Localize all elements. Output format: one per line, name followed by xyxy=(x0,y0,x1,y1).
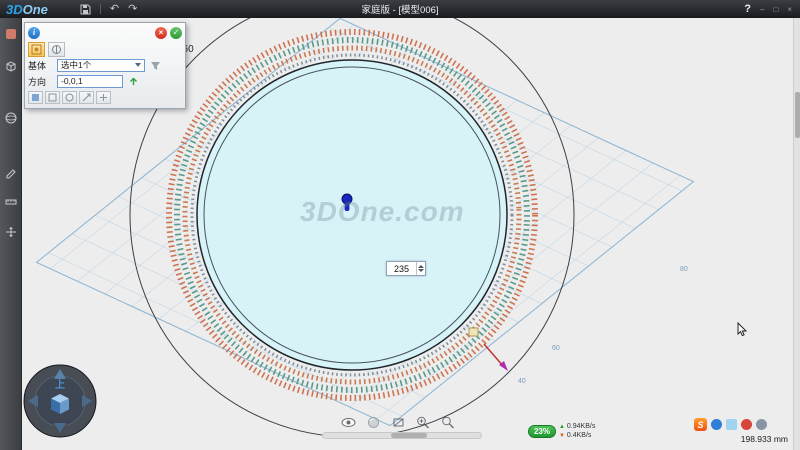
maximize-button[interactable]: □ xyxy=(773,5,778,14)
network-monitor[interactable]: 23% ▲ 0.94KB/s ▼ 0.4KB/s xyxy=(528,423,595,440)
direction-row: 方向 -0,0,1 xyxy=(28,73,182,89)
viewport[interactable]: 360 3DOne.com 60 40 80 235 i × ✓ xyxy=(22,18,800,450)
grid-axis-label: 80 xyxy=(680,266,688,273)
vscroll-thumb[interactable] xyxy=(795,92,800,138)
zoom-fit-icon[interactable] xyxy=(440,416,456,429)
dialog-header: i × ✓ xyxy=(28,25,182,41)
disc-face[interactable] xyxy=(197,60,507,370)
network-percent-badge[interactable]: 23% xyxy=(528,425,556,438)
save-icon[interactable] xyxy=(80,4,91,15)
base-value: 选中1个 xyxy=(61,59,91,71)
sidebar-move-icon[interactable] xyxy=(3,224,19,240)
vertical-scrollbar[interactable] xyxy=(793,18,800,450)
pick-direction-icon[interactable] xyxy=(126,75,140,88)
mode-button[interactable] xyxy=(48,42,65,57)
filter-icon[interactable] xyxy=(148,59,162,72)
mouse-cursor xyxy=(737,322,748,342)
dimension-input[interactable]: 235 xyxy=(386,261,426,276)
network-speeds: ▲ 0.94KB/s ▼ 0.4KB/s xyxy=(559,423,595,440)
app-window: 3DOne ↶ ↷ 家庭版 - [模型006] ? – □ × xyxy=(0,0,800,450)
visibility-eye-icon[interactable] xyxy=(340,416,356,429)
dialog-option-icon[interactable] xyxy=(62,91,77,104)
shade-mode-icon[interactable] xyxy=(365,416,381,429)
sidebar-measure-icon[interactable] xyxy=(3,194,19,210)
close-button[interactable]: × xyxy=(787,5,792,14)
cancel-button[interactable]: × xyxy=(155,27,167,39)
dialog-option-icon[interactable] xyxy=(45,91,60,104)
sidebar-tool-icon[interactable] xyxy=(3,26,19,42)
titlebar: 3DOne ↶ ↷ 家庭版 - [模型006] ? – □ × xyxy=(0,0,800,18)
hscroll-thumb[interactable] xyxy=(391,433,427,438)
system-tray: S xyxy=(694,418,767,431)
dimension-value[interactable]: 235 xyxy=(387,262,416,275)
sidebar-sketch-icon[interactable] xyxy=(3,164,19,180)
dimension-spinner[interactable] xyxy=(416,262,425,275)
tray-icon[interactable] xyxy=(756,419,767,430)
scale-readout: 198.933 mm xyxy=(741,434,788,444)
grid-axis-label: 60 xyxy=(552,345,560,352)
command-dialog: i × ✓ 基体 选中1个 xyxy=(24,22,186,109)
tray-icon[interactable] xyxy=(711,419,722,430)
info-icon: i xyxy=(28,27,40,39)
minimize-button[interactable]: – xyxy=(760,5,764,14)
dialog-options-row xyxy=(28,90,182,105)
toolbar-divider xyxy=(100,4,101,14)
dialog-option-icon[interactable] xyxy=(79,91,94,104)
undo-icon[interactable]: ↶ xyxy=(110,4,119,15)
caret-down-icon xyxy=(135,63,141,67)
download-speed: 0.4KB/s xyxy=(567,432,592,439)
zoom-window-icon[interactable] xyxy=(390,416,406,429)
upload-speed: 0.94KB/s xyxy=(567,423,595,430)
direction-label: 方向 xyxy=(28,75,54,88)
window-controls: ? – □ × xyxy=(744,3,792,15)
upload-arrow-icon: ▲ xyxy=(559,424,565,430)
horizontal-scrollbar[interactable] xyxy=(322,432,482,439)
ok-button[interactable]: ✓ xyxy=(170,27,182,39)
view-navigation-wheel[interactable]: 上 xyxy=(23,364,97,438)
direction-input[interactable]: -0,0,1 xyxy=(57,75,123,88)
logo-3d: 3D xyxy=(6,2,23,17)
spinner-up-icon[interactable] xyxy=(418,265,424,268)
drag-handle[interactable] xyxy=(469,328,478,336)
sogou-input-icon[interactable]: S xyxy=(694,418,707,431)
base-select[interactable]: 选中1个 xyxy=(57,59,145,72)
base-row: 基体 选中1个 xyxy=(28,57,182,73)
dialog-option-icon[interactable] xyxy=(96,91,111,104)
grid-axis-label: 40 xyxy=(518,378,526,385)
left-toolbar xyxy=(0,18,22,450)
view-toolbar xyxy=(340,416,456,429)
download-arrow-icon: ▼ xyxy=(559,433,565,439)
base-label: 基体 xyxy=(28,59,54,72)
spinner-down-icon[interactable] xyxy=(418,269,424,272)
zoom-in-icon[interactable] xyxy=(415,416,431,429)
redo-icon[interactable]: ↷ xyxy=(128,4,137,15)
tray-icon[interactable] xyxy=(726,419,737,430)
sidebar-sphere-icon[interactable] xyxy=(3,110,19,126)
help-button[interactable]: ? xyxy=(744,3,751,15)
sidebar-cube-icon[interactable] xyxy=(3,58,19,74)
tray-icon[interactable] xyxy=(741,419,752,430)
direction-value: -0,0,1 xyxy=(61,76,83,86)
quick-access-toolbar: ↶ ↷ xyxy=(80,4,137,15)
app-logo: 3DOne xyxy=(6,3,48,16)
dialog-mode-row xyxy=(28,41,182,57)
dialog-option-icon[interactable] xyxy=(28,91,43,104)
mode-button-active[interactable] xyxy=(28,42,45,57)
logo-one: One xyxy=(23,2,48,17)
